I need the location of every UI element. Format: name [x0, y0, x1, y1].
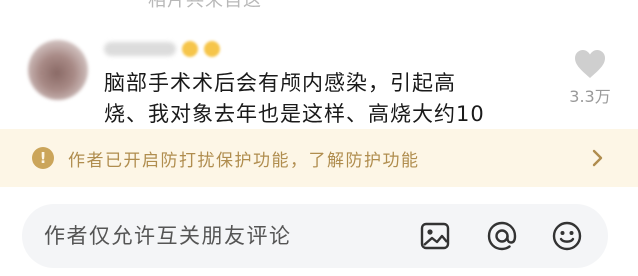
user-badge-icon-2	[204, 41, 220, 57]
emoji-icon[interactable]	[550, 219, 584, 253]
comment-panel: 相片共来自这 脑部手术术后会有颅内感染，引起高 烧、我对象去年也是这样、高烧大约…	[0, 0, 638, 276]
like-count: 3.3万	[569, 87, 611, 106]
truncated-header-text: 相片共来自这	[148, 0, 262, 11]
notice-text: 作者已开启防打扰保护功能，了解防护功能	[68, 150, 420, 171]
heart-icon	[575, 50, 605, 78]
chevron-right-icon	[592, 149, 603, 167]
comment-body[interactable]: 脑部手术术后会有颅内感染，引起高 烧、我对象去年也是这样、高烧大约10	[104, 68, 544, 130]
comment-line-1: 脑部手术术后会有颅内感染，引起高	[104, 71, 456, 95]
user-badge-icon	[182, 41, 198, 57]
at-icon[interactable]	[485, 219, 519, 253]
username[interactable]	[104, 39, 220, 59]
comment-input-bar[interactable]: 作者仅允许互关朋友评论	[22, 204, 608, 268]
image-icon[interactable]	[418, 219, 452, 253]
avatar[interactable]	[28, 40, 88, 100]
username-blurred	[104, 42, 176, 56]
like-button[interactable]: 3.3万	[558, 48, 622, 107]
comment-input-placeholder: 作者仅允许互关朋友评论	[44, 224, 292, 248]
comment-line-2: 烧、我对象去年也是这样、高烧大约10	[104, 102, 485, 126]
info-icon: !	[32, 147, 54, 169]
protection-notice-bar[interactable]: ! 作者已开启防打扰保护功能，了解防护功能	[0, 129, 638, 187]
